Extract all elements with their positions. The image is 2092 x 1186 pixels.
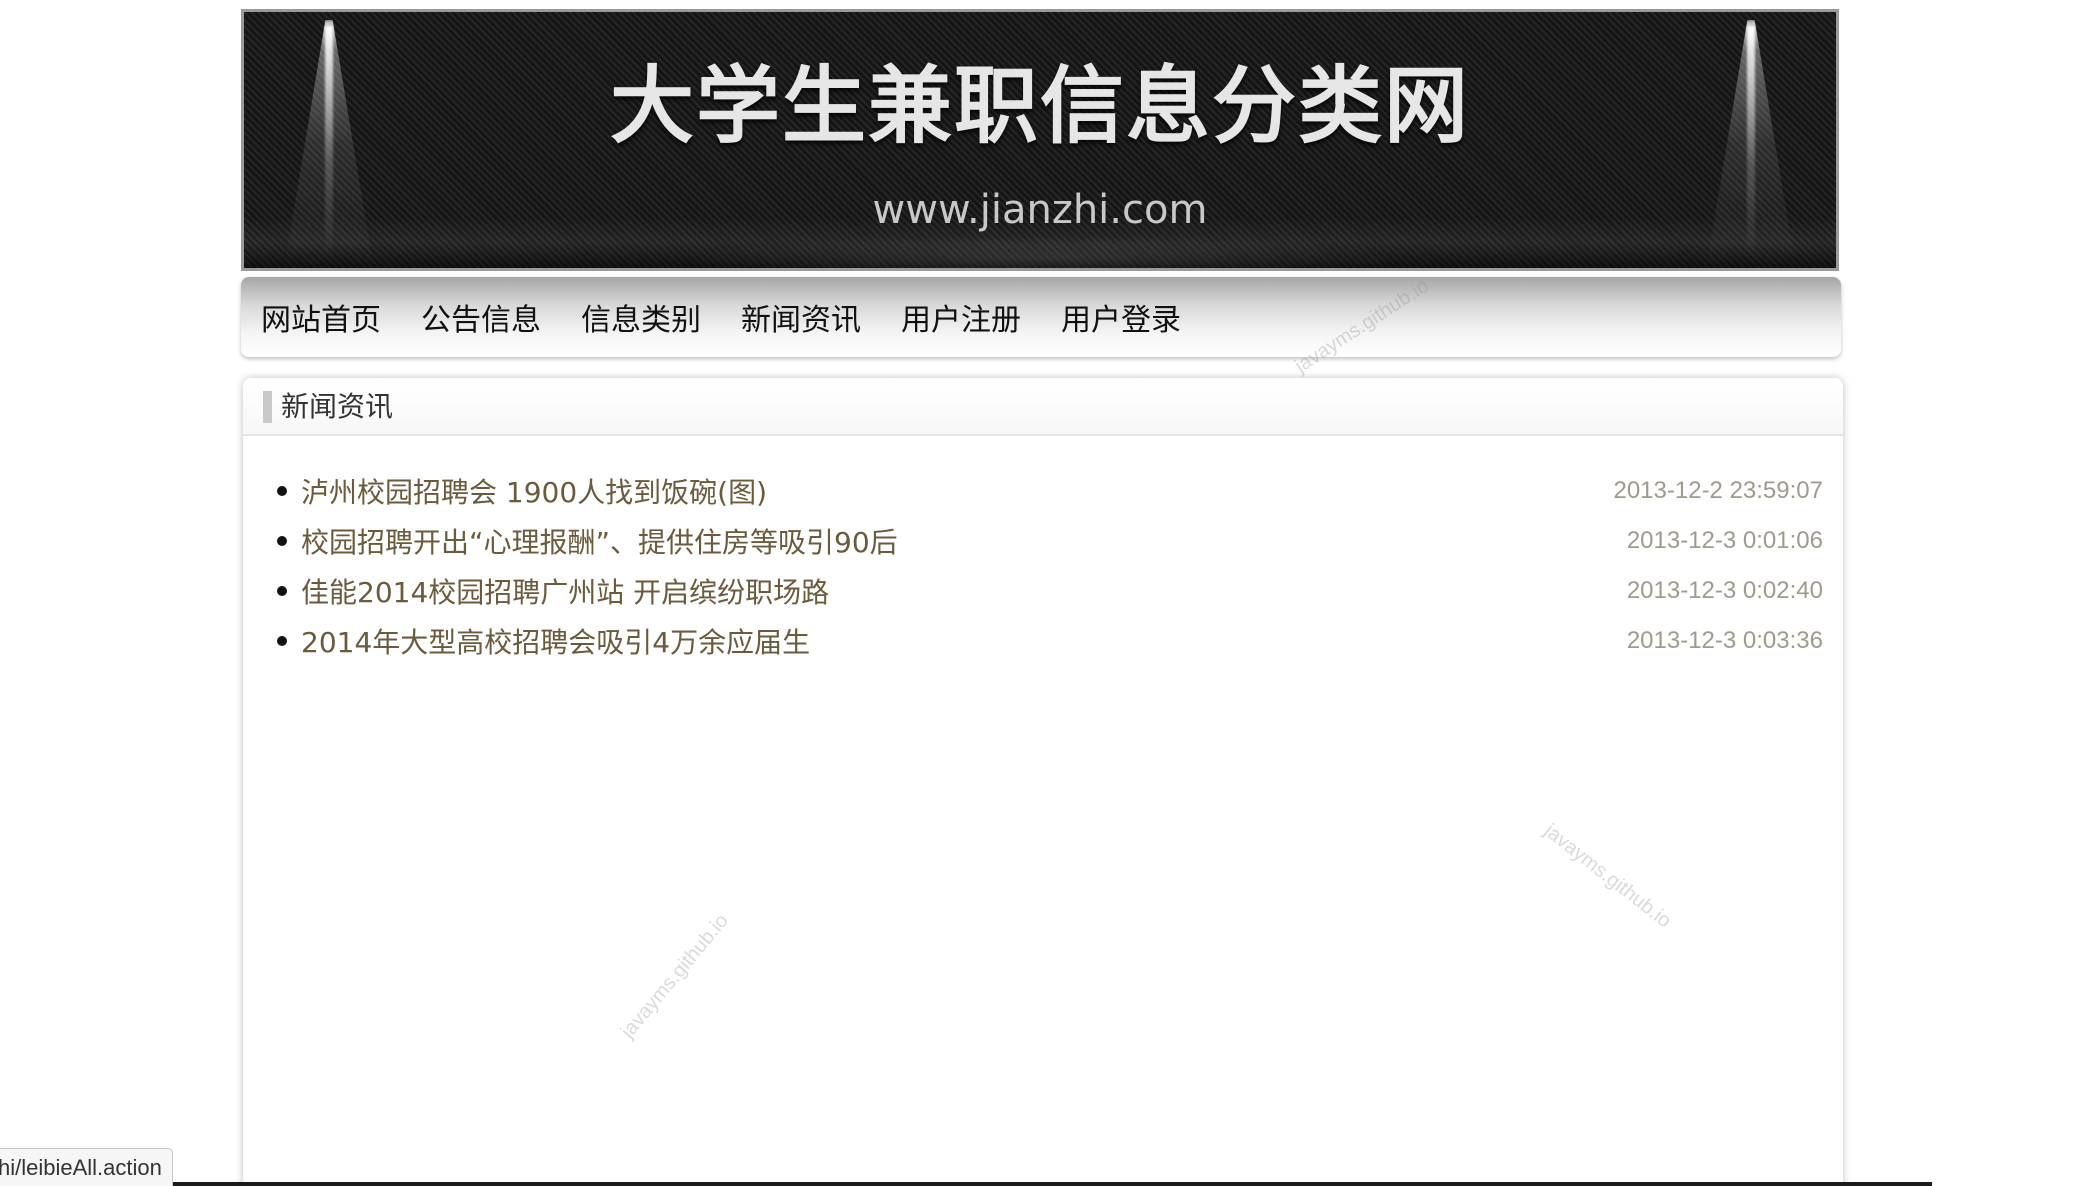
panel-title: 新闻资讯	[281, 390, 394, 423]
bullet-icon	[277, 586, 287, 596]
nav-item-register[interactable]: 用户注册	[901, 295, 1021, 339]
news-panel: 新闻资讯 泸州校园招聘会 1900人找到饭碗(图) 2013-12-2 23:5…	[243, 378, 1843, 1186]
news-list: 泸州校园招聘会 1900人找到饭碗(图) 2013-12-2 23:59:07 …	[277, 466, 1823, 666]
list-item: 校园招聘开出“心理报酬”、提供住房等吸引90后 2013-12-3 0:01:0…	[277, 516, 1823, 566]
list-item: 佳能2014校园招聘广州站 开启缤纷职场路 2013-12-3 0:02:40	[277, 566, 1823, 616]
news-link[interactable]: 佳能2014校园招聘广州站 开启缤纷职场路	[301, 571, 829, 611]
site-banner: 大学生兼职信息分类网 www.jianzhi.com	[241, 9, 1839, 271]
list-item: 2014年大型高校招聘会吸引4万余应届生 2013-12-3 0:03:36	[277, 616, 1823, 666]
window-bottom-edge	[0, 1182, 1932, 1186]
nav-item-home[interactable]: 网站首页	[261, 295, 381, 339]
news-link[interactable]: 2014年大型高校招聘会吸引4万余应届生	[301, 621, 810, 661]
bullet-icon	[277, 486, 287, 496]
bottom-right-blank	[1932, 1138, 2092, 1186]
news-date: 2013-12-2 23:59:07	[1613, 477, 1823, 504]
nav-item-login[interactable]: 用户登录	[1061, 295, 1181, 339]
panel-header: 新闻资讯	[243, 378, 1843, 436]
list-item: 泸州校园招聘会 1900人找到饭碗(图) 2013-12-2 23:59:07	[277, 466, 1823, 516]
bullet-icon	[277, 636, 287, 646]
news-date: 2013-12-3 0:03:36	[1626, 627, 1823, 654]
status-bar-url: hi/leibieAll.action	[0, 1148, 173, 1186]
panel-header-accent	[263, 391, 272, 423]
bullet-icon	[277, 536, 287, 546]
news-date: 2013-12-3 0:02:40	[1626, 577, 1823, 604]
news-link[interactable]: 泸州校园招聘会 1900人找到饭碗(图)	[301, 471, 767, 511]
nav-item-news[interactable]: 新闻资讯	[741, 295, 861, 339]
nav-item-announcements[interactable]: 公告信息	[421, 295, 541, 339]
page: 大学生兼职信息分类网 www.jianzhi.com 网站首页 公告信息 信息类…	[0, 0, 2092, 1186]
news-link[interactable]: 校园招聘开出“心理报酬”、提供住房等吸引90后	[301, 521, 898, 561]
nav-item-categories[interactable]: 信息类别	[581, 295, 701, 339]
main-nav: 网站首页 公告信息 信息类别 新闻资讯 用户注册 用户登录	[241, 277, 1841, 357]
news-date: 2013-12-3 0:01:06	[1626, 527, 1823, 554]
site-url: www.jianzhi.com	[872, 187, 1208, 233]
site-title: 大学生兼职信息分类网	[609, 57, 1470, 155]
